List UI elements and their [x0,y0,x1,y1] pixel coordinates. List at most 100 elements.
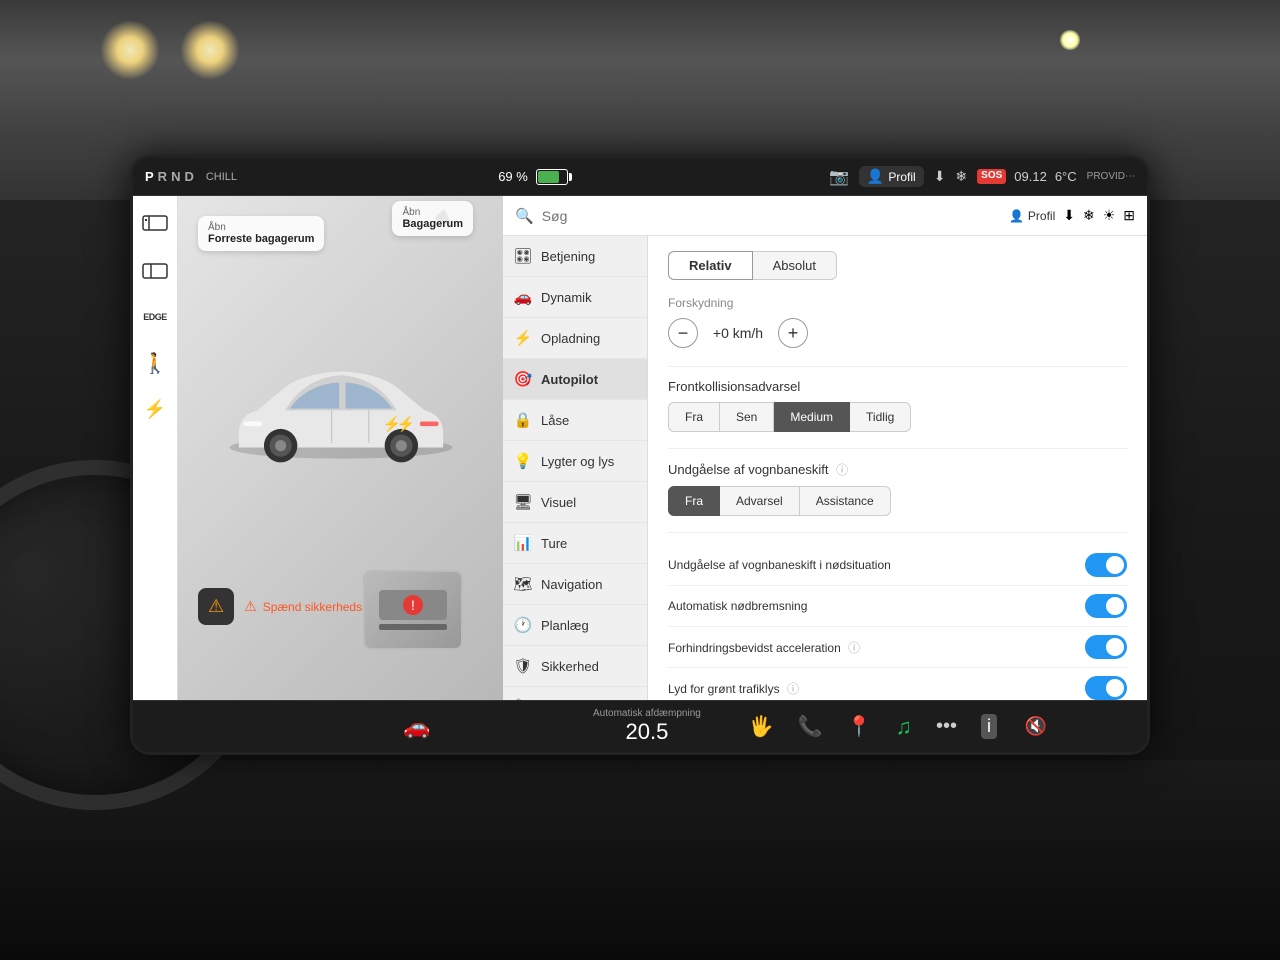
camera-icon[interactable]: 📷 [829,167,849,187]
speed-decrease-button[interactable]: − [668,318,698,348]
phone-icon[interactable]: 📞 [798,714,823,739]
toggle-row-trafiklys: Lyd for grønt trafiklys ⓘ [668,668,1127,700]
lygter-icon: 💡 [513,452,533,470]
search-bar: 🔍 👤 Profil ⬇ ❄ ☀ ⊞ [503,196,1147,236]
search-input[interactable] [542,208,1001,224]
time-temp-display: SOS 09.12 6°C [977,169,1077,184]
menu-item-opladning[interactable]: ⚡ Opladning [503,318,647,359]
sikkerhed-label: Sikkerhed [541,659,599,674]
absolut-button[interactable]: Absolut [753,251,837,280]
dashboard-frame: P R N D CHILL 69 % 📷 👤 Profil ⬇ ❄ [130,155,1150,755]
visuel-icon: 🖥 [513,493,533,511]
vognbaneskift-label: Undgåelse af vognbaneskift ⓘ [668,461,1127,478]
time-display: 09.12 [1014,169,1047,184]
download-small-icon: ⬇ [1063,207,1075,224]
edge-icon[interactable]: EDGE [139,303,171,331]
trafiklys-info-icon[interactable]: ⓘ [787,682,799,696]
navigation-label: Navigation [541,577,602,592]
menu-item-autopilot[interactable]: 🎯 Autopilot [503,359,647,400]
drive-mode: CHILL [206,171,237,183]
snowflake-small-icon: ❄ [1083,207,1095,224]
planlæg-label: Planlæg [541,618,589,633]
forhindrings-toggle[interactable] [1085,635,1127,659]
frontkollision-medium[interactable]: Medium [774,402,850,432]
snowflake-icon: ❄ [955,168,967,185]
hand-icon[interactable]: 🖐 [749,714,774,739]
navigation-icon: 🗺 [513,575,533,593]
vognbaneskift-options: Fra Advarsel Assistance [668,486,1127,516]
visuel-label: Visuel [541,495,576,510]
frontkollision-tidlig[interactable]: Tidlig [850,402,911,432]
menu-item-service[interactable]: 🔧 Service [503,687,647,700]
forhindrings-label-text: Forhindringsbevidst acceleration [668,641,841,655]
forhindrings-label: Forhindringsbevidst acceleration ⓘ [668,639,1075,656]
spotify-icon[interactable]: ♫ [895,714,912,740]
trafiklys-toggle[interactable] [1085,676,1127,700]
speed-increase-button[interactable]: + [778,318,808,348]
sikkerhed-icon: 🛡 [513,657,533,675]
forhindrings-info-icon[interactable]: ⓘ [848,641,860,655]
display-mode-icon-1[interactable] [139,211,171,239]
frontkollision-options: Fra Sen Medium Tidlig [668,402,1127,432]
side-icon-column: EDGE 🚶 ⚡ [133,196,178,700]
temp-display: 6°C [1055,169,1077,184]
profile-label: Profil [888,170,915,184]
sun-icon: ☀ [1103,207,1116,224]
menu-item-visuel[interactable]: 🖥 Visuel [503,482,647,523]
settings-content: 🎛 Betjening 🚗 Dynamik ⚡ Opladning 🎯 Auto… [503,236,1147,700]
search-actions: 👤 Profil ⬇ ❄ ☀ ⊞ [1009,207,1135,224]
menu-item-betjening[interactable]: 🎛 Betjening [503,236,647,277]
charging-status-icon[interactable]: ⚡ [139,395,171,423]
laase-icon: 🔒 [513,411,533,429]
open-front-label: Åbn [208,222,314,233]
speed-display-area: Automatisk afdæmpning 20.5 [593,708,701,745]
status-right: 📷 👤 Profil ⬇ ❄ SOS 09.12 6°C PROVID⋯ [829,166,1135,187]
bottom-bar: 🚗 Automatisk afdæmpning 20.5 🖐 📞 📍 ♫ •••… [133,700,1147,752]
driver-profile-icon[interactable]: 🚶 [139,349,171,377]
vognbaneskift-info-icon[interactable]: ⓘ [836,463,848,477]
trafiklys-label: Lyd for grønt trafiklys ⓘ [668,680,1075,697]
menu-item-sikkerhed[interactable]: 🛡 Sikkerhed [503,646,647,687]
noedsituation-toggle[interactable] [1085,553,1127,577]
vognbaneskift-fra[interactable]: Fra [668,486,720,516]
battery-percent: 69 % [498,169,528,184]
menu-item-laase[interactable]: 🔒 Låse [503,400,647,441]
profile-label-small: Profil [1028,209,1055,223]
menu-item-lygter[interactable]: 💡 Lygter og lys [503,441,647,482]
divider-1 [668,366,1127,367]
planlæg-icon: 🕐 [513,616,533,634]
display-mode-icon-2[interactable] [139,257,171,285]
open-front-trunk-button[interactable]: Åbn Forreste bagagerum [198,216,324,251]
car-area: Åbn Forreste bagagerum 🔌 Åbn Bagagerum [178,196,503,700]
sos-badge[interactable]: SOS [977,169,1006,184]
menu-list: 🎛 Betjening 🚗 Dynamik ⚡ Opladning 🎯 Auto… [503,236,648,700]
fuse-box-image: ! [363,570,463,650]
speed-value-bottom: 20.5 [626,719,669,745]
car-bottom-icon[interactable]: 🚗 [403,714,430,740]
noedbremse-toggle[interactable] [1085,594,1127,618]
menu-item-navigation[interactable]: 🗺 Navigation [503,564,647,605]
trafiklys-label-text: Lyd for grønt trafiklys [668,682,780,696]
mute-icon[interactable]: 🔇 [1025,716,1047,737]
autopilot-icon: 🎯 [513,370,533,388]
betjening-label: Betjening [541,249,595,264]
dynamik-label: Dynamik [541,290,592,305]
car-image-area: ⚡ ⚡ [188,246,493,585]
info-icon[interactable]: i [981,714,997,739]
vognbaneskift-assistance[interactable]: Assistance [800,486,891,516]
location-icon[interactable]: 📍 [847,714,872,739]
opladning-icon: ⚡ [513,329,533,347]
vognbaneskift-advarsel[interactable]: Advarsel [720,486,800,516]
relativ-button[interactable]: Relativ [668,251,753,280]
open-trunk-button[interactable]: Åbn Bagagerum [392,201,473,236]
warning-button[interactable]: ⚠ [198,588,234,625]
frontkollision-sen[interactable]: Sen [720,402,774,432]
menu-item-ture[interactable]: 📊 Ture [503,523,647,564]
open-front-sub: Forreste bagagerum [208,233,314,245]
frontkollision-fra[interactable]: Fra [668,402,720,432]
more-dots-icon[interactable]: ••• [936,715,957,738]
profile-button[interactable]: 👤 Profil [859,166,924,187]
menu-item-dynamik[interactable]: 🚗 Dynamik [503,277,647,318]
gear-n: N [171,169,180,184]
menu-item-planlæg[interactable]: 🕐 Planlæg [503,605,647,646]
